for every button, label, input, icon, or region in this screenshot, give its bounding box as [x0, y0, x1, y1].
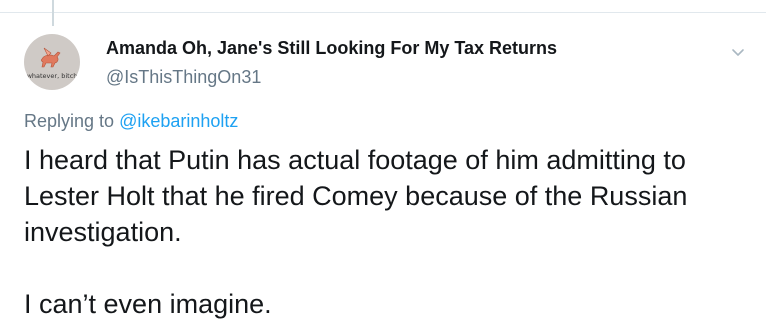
- replying-to-line: Replying to @ikebarinholtz: [24, 111, 238, 132]
- replying-mention-link[interactable]: @ikebarinholtz: [119, 111, 238, 131]
- user-handle[interactable]: @IsThisThingOn31: [106, 67, 261, 88]
- top-divider: [0, 12, 766, 13]
- chevron-down-icon[interactable]: [730, 44, 746, 60]
- tweet-body: I heard that Putin has actual footage of…: [24, 142, 754, 322]
- avatar-caption: whatever, bitch: [27, 72, 78, 80]
- thread-connector-line: [52, 0, 54, 26]
- display-name[interactable]: Amanda Oh, Jane's Still Looking For My T…: [106, 38, 557, 59]
- replying-prefix: Replying to: [24, 111, 115, 131]
- pegasus-icon: whatever, bitch: [27, 47, 78, 80]
- tweet-paragraph: I heard that Putin has actual footage of…: [24, 145, 688, 247]
- avatar[interactable]: whatever, bitch: [24, 34, 80, 90]
